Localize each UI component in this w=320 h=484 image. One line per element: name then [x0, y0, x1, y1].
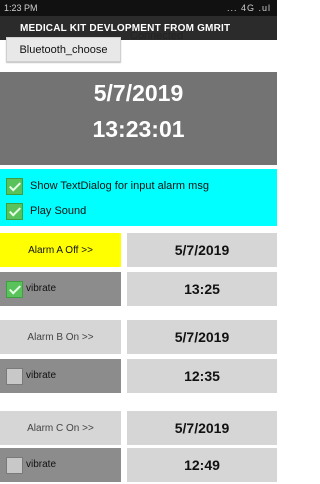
alarm-c-date-button[interactable]: 5/7/2019: [127, 411, 277, 445]
bluetooth-choose-button[interactable]: Bluetooth_choose: [6, 37, 121, 62]
alarm-a-time-button[interactable]: 13:25: [127, 272, 277, 306]
current-clock-panel: 5/7/2019 13:23:01: [0, 72, 277, 165]
app-title: MEDICAL KIT DEVLOPMENT FROM GMRIT: [20, 23, 231, 34]
alarm-c-vibrate[interactable]: vibrate: [0, 448, 121, 482]
alarm-b-time-button[interactable]: 12:35: [127, 359, 277, 393]
alarm-a-vibrate[interactable]: vibrate: [0, 272, 121, 306]
alarm-b-vibrate-label: vibrate: [26, 370, 57, 381]
status-bar: 1:23 PM ... 4G .ul: [0, 0, 277, 16]
alarm-b-toggle-button[interactable]: Alarm B On >>: [0, 320, 121, 354]
connection-status: Connected: [130, 30, 184, 42]
play-sound-label: Play Sound: [30, 205, 87, 217]
alarm-b-date-button[interactable]: 5/7/2019: [127, 320, 277, 354]
current-time: 13:23:01: [92, 116, 185, 142]
alarm-c-vibrate-label: vibrate: [26, 459, 57, 470]
options-panel: Show TextDialog for input alarm msg Play…: [0, 169, 277, 226]
alarm-c-toggle-button[interactable]: Alarm C On >>: [0, 411, 121, 445]
status-time: 1:23 PM: [4, 3, 38, 13]
alarm-c-vibrate-checkbox[interactable]: [6, 457, 23, 474]
alarm-a-date-button[interactable]: 5/7/2019: [127, 233, 277, 267]
alarm-a-vibrate-label: vibrate: [26, 283, 57, 294]
show-textdialog-label: Show TextDialog for input alarm msg: [30, 180, 209, 192]
signal-icon: ... 4G .ul: [226, 3, 271, 13]
show-textdialog-checkbox[interactable]: [6, 178, 23, 195]
alarm-c-time-button[interactable]: 12:49: [127, 448, 277, 482]
alarm-a-vibrate-checkbox[interactable]: [6, 281, 23, 298]
alarm-b-vibrate-checkbox[interactable]: [6, 368, 23, 385]
alarm-a-toggle-button[interactable]: Alarm A Off >>: [0, 233, 121, 267]
alarm-b-vibrate[interactable]: vibrate: [0, 359, 121, 393]
current-date: 5/7/2019: [93, 80, 184, 106]
play-sound-checkbox[interactable]: [6, 203, 23, 220]
